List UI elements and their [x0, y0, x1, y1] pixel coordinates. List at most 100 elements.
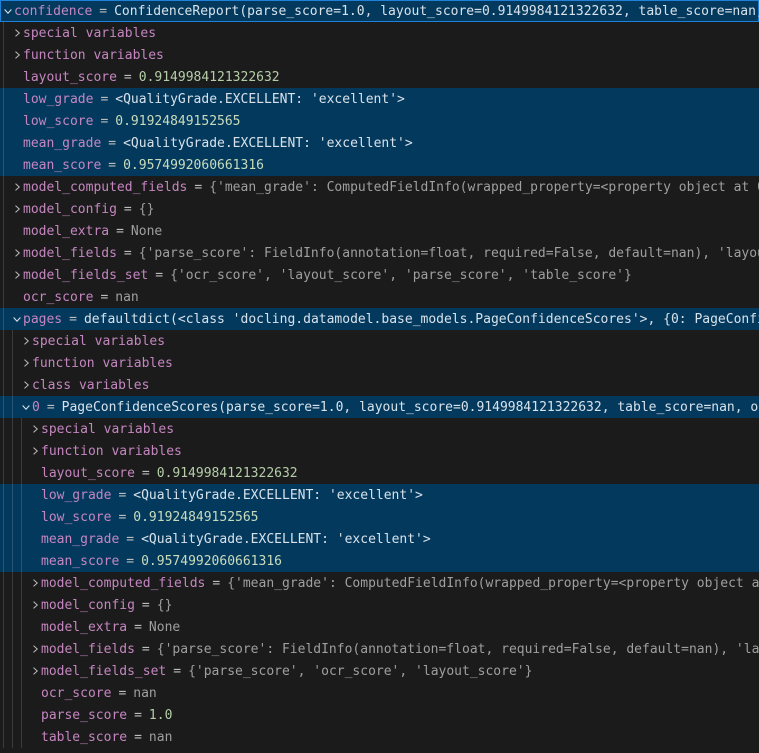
variable-row[interactable]: mean_grade = <QualityGrade.EXCELLENT: 'e…	[0, 528, 759, 550]
chevron-down-icon[interactable]	[20, 400, 32, 414]
equals-sign: =	[92, 4, 114, 19]
variable-row[interactable]: layout_score = 0.9149984121322632	[0, 462, 759, 484]
variable-row[interactable]: confidence = ConfidenceReport(parse_scor…	[0, 0, 759, 22]
variable-name: function variables	[32, 356, 173, 371]
chevron-right-icon[interactable]	[20, 378, 32, 392]
variable-row[interactable]: model_extra = None	[0, 220, 759, 242]
chevron-right-icon[interactable]	[11, 180, 23, 194]
variable-name: pages	[23, 312, 62, 327]
indent-guide	[3, 88, 4, 110]
indent-guide	[3, 704, 4, 726]
chevron-right-icon[interactable]	[29, 642, 41, 656]
indent-guide	[12, 374, 13, 396]
variable-row[interactable]: ocr_score = nan	[0, 286, 759, 308]
variable-row[interactable]: model_fields = {'parse_score': FieldInfo…	[0, 242, 759, 264]
variables-list: confidence = ConfidenceReport(parse_scor…	[0, 0, 759, 748]
indent-guide	[21, 550, 22, 572]
indent-guide	[3, 264, 4, 286]
chevron-right-icon[interactable]	[11, 268, 23, 282]
variable-row[interactable]: mean_score = 0.9574992060661316	[0, 550, 759, 572]
variable-row[interactable]: model_fields_set = {'parse_score', 'ocr_…	[0, 660, 759, 682]
equals-sign: =	[111, 686, 133, 701]
variable-row[interactable]: function variables	[0, 440, 759, 462]
chevron-down-icon[interactable]	[2, 4, 14, 18]
equals-sign: =	[127, 708, 149, 723]
variable-value: {'parse_score': FieldInfo(annotation=flo…	[139, 246, 759, 261]
variable-name: mean_grade	[23, 136, 101, 151]
variable-row[interactable]: model_fields = {'parse_score': FieldInfo…	[0, 638, 759, 660]
variable-row[interactable]: special variables	[0, 330, 759, 352]
variable-row[interactable]: low_grade = <QualityGrade.EXCELLENT: 'ex…	[0, 88, 759, 110]
variable-row[interactable]: 0 = PageConfidenceScores(parse_score=1.0…	[0, 396, 759, 418]
variable-row[interactable]: class variables	[0, 374, 759, 396]
variable-name: model_fields	[23, 246, 117, 261]
twistie-spacer	[11, 136, 23, 150]
equals-sign: =	[135, 466, 157, 481]
variable-name: model_computed_fields	[41, 576, 205, 591]
chevron-right-icon[interactable]	[11, 202, 23, 216]
chevron-right-icon[interactable]	[11, 48, 23, 62]
variable-value: 0.91924849152565	[133, 510, 258, 525]
indent-guide	[21, 440, 22, 462]
indent-guide	[21, 462, 22, 484]
chevron-right-icon[interactable]	[20, 356, 32, 370]
chevron-right-icon[interactable]	[29, 444, 41, 458]
variable-name: function variables	[41, 444, 182, 459]
chevron-right-icon[interactable]	[29, 576, 41, 590]
indent-guide	[3, 44, 4, 66]
twistie-spacer	[29, 730, 41, 744]
twistie-spacer	[29, 620, 41, 634]
indent-guide	[12, 462, 13, 484]
chevron-down-icon[interactable]	[11, 312, 23, 326]
variable-row[interactable]: model_computed_fields = {'mean_grade': C…	[0, 176, 759, 198]
variable-name: layout_score	[41, 466, 135, 481]
twistie-spacer	[11, 92, 23, 106]
twistie-spacer	[11, 290, 23, 304]
chevron-right-icon[interactable]	[29, 598, 41, 612]
equals-sign: =	[117, 202, 139, 217]
variable-row[interactable]: model_fields_set = {'ocr_score', 'layout…	[0, 264, 759, 286]
variable-name: table_score	[41, 730, 127, 745]
variable-value: nan	[115, 290, 138, 305]
equals-sign: =	[205, 576, 227, 591]
variable-row[interactable]: model_config = {}	[0, 198, 759, 220]
variable-value: nan	[149, 730, 172, 745]
variable-row[interactable]: ocr_score = nan	[0, 682, 759, 704]
variable-name: mean_score	[41, 554, 119, 569]
variable-row[interactable]: model_computed_fields = {'mean_grade': C…	[0, 572, 759, 594]
variable-row[interactable]: parse_score = 1.0	[0, 704, 759, 726]
variable-row[interactable]: model_config = {}	[0, 594, 759, 616]
variable-row[interactable]: function variables	[0, 352, 759, 374]
indent-guide	[3, 220, 4, 242]
indent-guide	[3, 462, 4, 484]
variable-row[interactable]: model_extra = None	[0, 616, 759, 638]
variable-row[interactable]: low_score = 0.91924849152565	[0, 506, 759, 528]
variable-row[interactable]: special variables	[0, 418, 759, 440]
variable-row[interactable]: table_score = nan	[0, 726, 759, 748]
variable-row[interactable]: low_score = 0.91924849152565	[0, 110, 759, 132]
indent-guide	[21, 616, 22, 638]
variable-row[interactable]: layout_score = 0.9149984121322632	[0, 66, 759, 88]
variable-row[interactable]: low_grade = <QualityGrade.EXCELLENT: 'ex…	[0, 484, 759, 506]
variable-row[interactable]: function variables	[0, 44, 759, 66]
chevron-right-icon[interactable]	[29, 422, 41, 436]
equals-sign: =	[135, 598, 157, 613]
variable-value: <QualityGrade.EXCELLENT: 'excellent'>	[133, 488, 423, 503]
variable-row[interactable]: mean_grade = <QualityGrade.EXCELLENT: 'e…	[0, 132, 759, 154]
equals-sign: =	[135, 642, 157, 657]
variable-name: model_computed_fields	[23, 180, 187, 195]
twistie-spacer	[29, 686, 41, 700]
variable-row[interactable]: special variables	[0, 22, 759, 44]
variable-row[interactable]: mean_score = 0.9574992060661316	[0, 154, 759, 176]
variable-value: {'parse_score': FieldInfo(annotation=flo…	[157, 642, 759, 657]
variable-row[interactable]: pages = defaultdict(<class 'docling.data…	[0, 308, 759, 330]
chevron-right-icon[interactable]	[11, 26, 23, 40]
variable-name: low_grade	[23, 92, 93, 107]
chevron-right-icon[interactable]	[11, 246, 23, 260]
variable-value: {'ocr_score', 'layout_score', 'parse_sco…	[170, 268, 632, 283]
equals-sign: =	[119, 554, 141, 569]
indent-guide	[12, 440, 13, 462]
indent-guide	[21, 682, 22, 704]
chevron-right-icon[interactable]	[20, 334, 32, 348]
chevron-right-icon[interactable]	[29, 664, 41, 678]
